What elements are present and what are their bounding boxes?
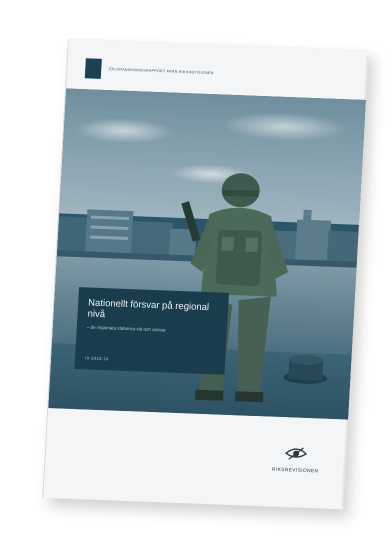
stage: EN GRANSKNINGSRAPPORT FRÅN RIKSREVISIONE… [0, 0, 387, 555]
cover-header: EN GRANSKNINGSRAPPORT FRÅN RIKSREVISIONE… [84, 57, 350, 89]
header-text: EN GRANSKNINGSRAPPORT FRÅN RIKSREVISIONE… [109, 67, 214, 76]
report-number: rir 2018:14 [84, 355, 109, 362]
header-mark [84, 58, 102, 79]
publisher-name: RIKSREVISIONEN [271, 467, 319, 475]
eye-logo-icon [284, 447, 308, 460]
publisher-logo: RIKSREVISIONEN [264, 444, 326, 486]
report-cover: EN GRANSKNINGSRAPPORT FRÅN RIKSREVISIONE… [43, 38, 369, 510]
report-subtitle: – de regionala staberna vid och ansvar [86, 324, 167, 333]
title-box: Nationellt försvar på regional nivå – de… [74, 287, 229, 375]
report-title: Nationellt försvar på regional nivå [87, 297, 210, 321]
